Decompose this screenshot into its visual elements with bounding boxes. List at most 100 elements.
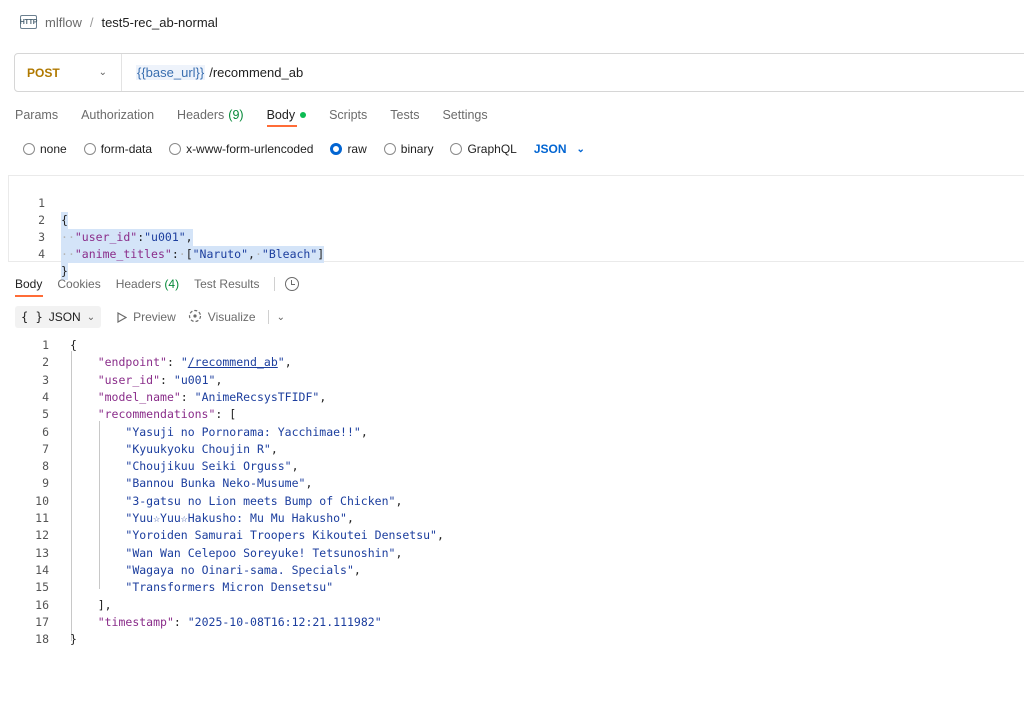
code-text: "Wagaya no Oinari-sama. Specials", — [125, 562, 361, 577]
line-number: 9 — [42, 476, 49, 491]
preview-button[interactable]: Preview — [117, 310, 176, 324]
code-text: "recommendations": [ — [97, 407, 237, 422]
line-number: 4 — [42, 389, 49, 404]
request-body-editor[interactable]: 1 { 2 ··"user_id":"u001", 3 ··"anime_tit… — [8, 175, 1024, 280]
radio-graphql[interactable]: GraphQL — [450, 142, 517, 156]
tab-scripts[interactable]: Scripts — [329, 108, 367, 122]
chevron-down-icon: ⌄ — [98, 67, 107, 78]
resp-tab-headers[interactable]: Headers (4) — [116, 277, 179, 291]
line-number: 14 — [35, 562, 49, 577]
line-number: 1 — [42, 338, 49, 352]
response-format-select[interactable]: { } JSON ⌄ — [15, 306, 102, 328]
tab-label: Headers — [115, 277, 162, 291]
line-number: 18 — [35, 632, 49, 647]
code-line: 4 } — [9, 229, 68, 280]
response-tabs: Body Cookies Headers (4) Test Results — [15, 276, 300, 292]
code-line: 1 { — [9, 178, 68, 229]
tab-label: Settings — [442, 108, 488, 122]
tab-settings[interactable]: Settings — [442, 108, 487, 122]
radio-circle — [383, 143, 396, 155]
chevron-down-icon[interactable]: ⌄ — [277, 312, 285, 323]
tab-label: Body — [266, 108, 296, 122]
line-number: 3 — [42, 372, 49, 387]
line-number: 12 — [35, 528, 49, 543]
breadcrumb: HTTP mlflow / test5-rec_ab-normal — [20, 13, 218, 31]
code-text: "endpoint": "/recommend_ab", — [97, 355, 292, 370]
code-text: "Bannou Bunka Neko-Musume", — [125, 476, 313, 491]
code-text: ··"user_id":"u001", — [61, 229, 193, 246]
history-icon[interactable] — [285, 277, 300, 291]
tab-label: Tests — [390, 108, 420, 122]
body-format-select[interactable]: JSON ⌄ — [534, 142, 585, 156]
code-text: "Transformers Micron Densetsu" — [125, 580, 334, 595]
radio-label: raw — [347, 142, 367, 156]
tab-count: (4) — [164, 277, 180, 291]
code-text: "Yuu☆Yuu☆Hakusho: Mu Mu Hakusho", — [125, 511, 354, 525]
radio-urlencoded[interactable]: x-www-form-urlencoded — [169, 142, 313, 156]
body-format-label: JSON — [533, 142, 567, 156]
code-text: "Yoroiden Samurai Troopers Kikoutei Dens… — [125, 528, 444, 543]
code-text: "model_name": "AnimeRecsysTFIDF", — [97, 389, 327, 404]
radio-none[interactable]: none — [23, 142, 67, 156]
endpoint-link[interactable]: /recommend_ab — [188, 355, 278, 369]
url-bar: POST ⌄ {{base_url}} /recommend_ab — [14, 53, 1024, 92]
line-number: 17 — [35, 614, 49, 629]
preview-label: Preview — [133, 310, 176, 324]
visualize-button[interactable]: Visualize — [188, 309, 256, 326]
radio-binary[interactable]: binary — [383, 142, 433, 156]
radio-raw[interactable]: raw — [330, 142, 367, 156]
radio-circle — [83, 143, 96, 155]
line-number: 13 — [35, 545, 49, 560]
radio-circle-checked — [330, 143, 343, 155]
tab-label: Headers — [177, 108, 225, 122]
line-number: 5 — [42, 407, 49, 422]
code-line: 3 ··"anime_titles":·["Naruto",·"Bleach"] — [9, 212, 325, 263]
url-input[interactable]: {{base_url}} /recommend_ab — [122, 65, 303, 80]
code-text: ], — [70, 597, 112, 612]
code-text: "Kyuukyoku Choujin R", — [125, 441, 278, 456]
resp-tab-body[interactable]: Body — [15, 277, 42, 291]
line-number: 11 — [35, 511, 49, 525]
line-number: 6 — [42, 424, 49, 439]
resp-tab-cookies[interactable]: Cookies — [57, 277, 100, 291]
tab-authorization[interactable]: Authorization — [81, 108, 154, 122]
url-path: /recommend_ab — [209, 65, 304, 80]
resp-tab-test-results[interactable]: Test Results — [194, 277, 259, 291]
tab-label: Authorization — [81, 108, 155, 122]
tab-params[interactable]: Params — [15, 108, 58, 122]
radio-label: GraphQL — [467, 142, 517, 156]
modified-dot-icon — [300, 112, 307, 118]
radio-form-data[interactable]: form-data — [83, 142, 152, 156]
request-tabs: Params Authorization Headers (9) Body Scr… — [15, 106, 511, 124]
chevron-down-icon: ⌄ — [576, 143, 585, 155]
radio-label: none — [40, 142, 67, 156]
request-name[interactable]: test5-rec_ab-normal — [101, 15, 217, 30]
code-text: "Wan Wan Celepoo Soreyuke! Tetsunoshin", — [125, 545, 403, 560]
method-select[interactable]: POST ⌄ — [15, 54, 122, 91]
divider — [267, 310, 269, 324]
http-request-icon: HTTP — [20, 15, 37, 29]
code-text: ··"anime_titles":·["Naruto",·"Bleach"] — [61, 246, 325, 263]
radio-label: x-www-form-urlencoded — [186, 142, 314, 156]
tab-tests[interactable]: Tests — [390, 108, 419, 122]
visualize-label: Visualize — [207, 310, 256, 324]
code-text: "3-gatsu no Lion meets Bump of Chicken", — [125, 493, 403, 508]
code-line: 2 ··"user_id":"u001", — [9, 195, 193, 246]
line-number: 4 — [38, 247, 45, 261]
tab-headers[interactable]: Headers (9) — [177, 108, 244, 122]
radio-circle — [169, 143, 182, 155]
breadcrumb-collection[interactable]: mlflow — [45, 15, 82, 30]
code-text: { — [70, 338, 77, 352]
line-number: 8 — [42, 459, 49, 474]
radio-circle — [23, 143, 35, 155]
method-label: POST — [27, 65, 60, 80]
tab-label: Scripts — [329, 108, 368, 122]
response-body-viewer[interactable]: 1 { 2 "endpoint": "/recommend_ab", 3 "use… — [0, 337, 1024, 657]
url-variable: {{base_url}} — [136, 65, 206, 80]
active-response-tab-indicator — [15, 295, 43, 297]
active-tab-indicator — [267, 125, 297, 127]
line-number: 7 — [42, 441, 49, 456]
code-text: { — [61, 212, 68, 229]
tab-body[interactable]: Body — [267, 108, 307, 122]
play-icon — [117, 311, 128, 323]
